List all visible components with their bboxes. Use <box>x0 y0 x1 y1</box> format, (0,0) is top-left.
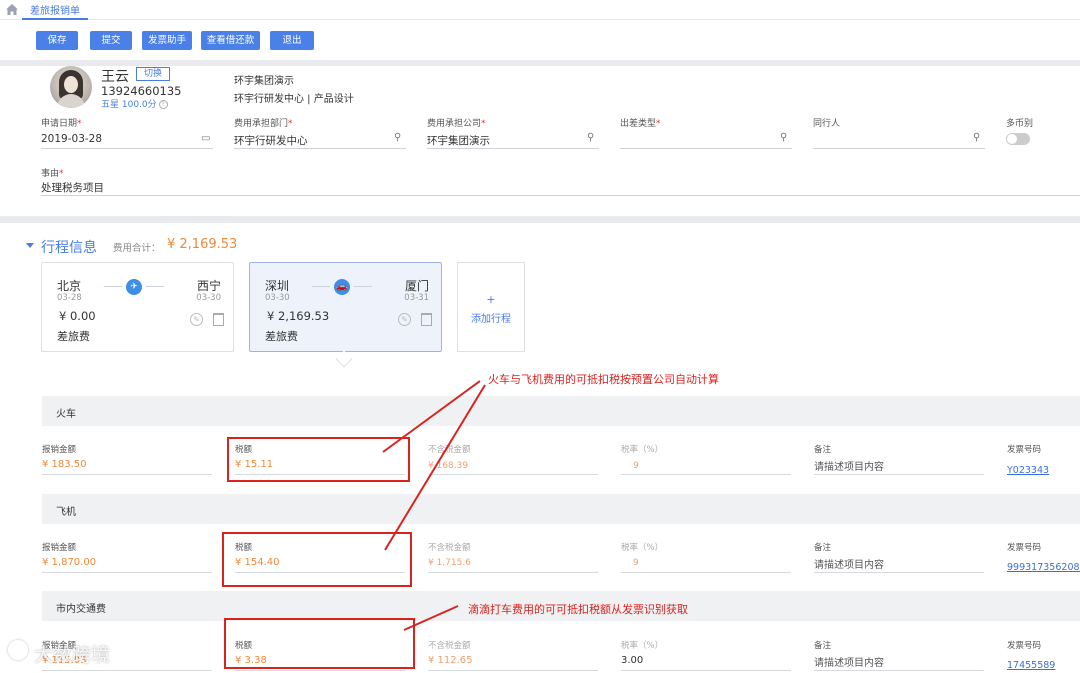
annotation-text-bottom: 滴滴打车费用的可可抵扣税额从发票识别获取 <box>468 603 688 616</box>
annotation-arrows <box>382 380 486 631</box>
annotation-text-top: 火车与飞机费用的可抵扣税按预置公司自动计算 <box>488 373 719 386</box>
watermark-logo-icon <box>8 640 28 660</box>
watermark: 大数跨境 <box>34 644 111 666</box>
